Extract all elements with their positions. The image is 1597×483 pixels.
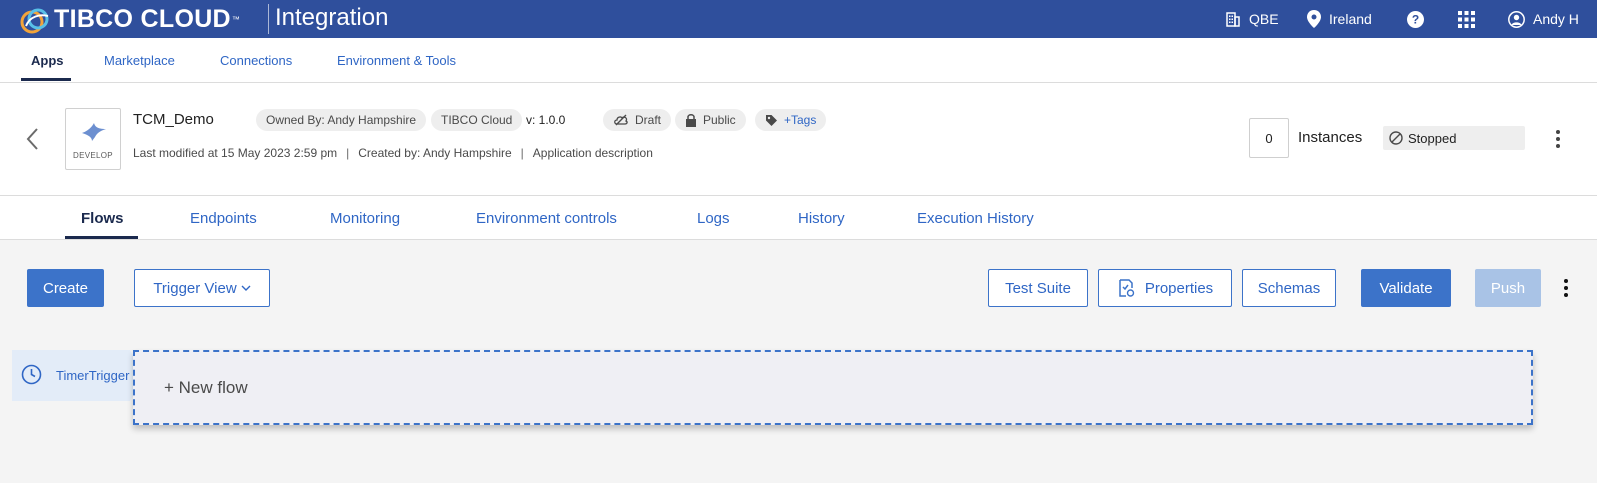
tibco-logo[interactable]: TIBCO CLOUD ™	[18, 5, 240, 34]
app-details-header: DEVELOP TCM_Demo Owned By: Andy Hampshir…	[0, 83, 1597, 196]
visibility-label: Public	[703, 113, 736, 127]
tab-flows[interactable]: Flows	[81, 196, 124, 240]
properties-icon	[1119, 279, 1135, 297]
draft-label: Draft	[635, 113, 662, 127]
draft-cloud-icon	[614, 114, 628, 126]
visibility-badge[interactable]: Public	[675, 109, 746, 131]
add-tags-button[interactable]: +Tags	[755, 109, 827, 131]
new-flow-dropzone[interactable]	[133, 350, 1533, 425]
kebab-dot	[1564, 293, 1568, 297]
tab-endpoints[interactable]: Endpoints	[190, 196, 257, 240]
chevron-left-icon	[26, 128, 38, 150]
app-version: v: 1.0.0	[526, 113, 566, 127]
schemas-button[interactable]: Schemas	[1242, 269, 1336, 307]
chevron-down-icon	[241, 285, 251, 291]
push-button[interactable]: Push	[1475, 269, 1541, 307]
top-header-bar: TIBCO CLOUD ™ Integration QBE Ireland ?	[0, 0, 1597, 38]
lock-icon	[686, 114, 696, 127]
properties-button[interactable]: Properties	[1098, 269, 1232, 307]
tab-environment-controls[interactable]: Environment controls	[476, 196, 617, 240]
platform-badge: TIBCO Cloud	[431, 109, 523, 131]
product-name: Integration	[275, 4, 389, 31]
app-switcher-button[interactable]	[1458, 0, 1483, 38]
kebab-dot	[1564, 279, 1568, 283]
last-modified: Last modified at 15 May 2023 2:59 pm	[133, 146, 338, 160]
trigger-view-dropdown[interactable]: Trigger View	[134, 269, 270, 307]
brand-trademark: ™	[231, 15, 240, 24]
stopped-icon	[1389, 131, 1403, 145]
app-name: TCM_Demo	[133, 111, 214, 128]
help-button[interactable]: ?	[1407, 0, 1432, 38]
toolbar-more-menu-button[interactable]	[1558, 276, 1574, 300]
meta-separator: |	[520, 146, 524, 160]
app-meta-line: Last modified at 15 May 2023 2:59 pm | Cre…	[133, 146, 653, 160]
instances-label: Instances	[1298, 129, 1363, 146]
app-more-menu-button[interactable]	[1550, 127, 1566, 151]
location-pin-icon	[1307, 10, 1321, 28]
kebab-dot	[1556, 144, 1560, 148]
user-name: Andy H	[1533, 11, 1579, 27]
nav-environment-tools[interactable]: Environment & Tools	[337, 38, 456, 82]
user-menu[interactable]: Andy H	[1508, 0, 1579, 38]
svg-text:?: ?	[1412, 12, 1419, 26]
region-name: Ireland	[1329, 11, 1372, 27]
tab-active-indicator	[65, 236, 138, 239]
properties-label: Properties	[1144, 279, 1214, 297]
nav-apps[interactable]: Apps	[31, 38, 64, 82]
tab-execution-history[interactable]: Execution History	[917, 196, 1034, 240]
tibco-cloud-icon	[20, 8, 49, 33]
hummingbird-icon	[82, 123, 106, 141]
org-name: QBE	[1249, 11, 1279, 27]
tag-icon	[766, 114, 777, 126]
brand-name: TIBCO CLOUD	[54, 5, 231, 33]
instances-count-input[interactable]: 0	[1249, 118, 1289, 158]
help-icon: ?	[1407, 10, 1424, 28]
kebab-dot	[1556, 130, 1560, 134]
org-switcher[interactable]: QBE	[1225, 0, 1279, 38]
created-by: Created by: Andy Hampshire	[358, 146, 512, 160]
header-divider	[268, 4, 269, 34]
add-tags-label: +Tags	[784, 113, 817, 127]
app-icon: DEVELOP	[65, 108, 121, 170]
kebab-dot	[1556, 137, 1560, 141]
tab-history[interactable]: History	[798, 196, 845, 240]
main-navigation: Apps Marketplace Connections Environment…	[0, 38, 1597, 83]
nav-connections[interactable]: Connections	[220, 38, 292, 82]
app-description-link[interactable]: Application description	[533, 146, 653, 160]
new-flow-link[interactable]: + New flow	[164, 378, 248, 398]
app-tabs: Flows Endpoints Monitoring Environment c…	[0, 196, 1597, 240]
trigger-name[interactable]: TimerTrigger	[56, 368, 129, 383]
draft-badge: Draft	[603, 109, 672, 131]
app-stage-label: DEVELOP	[73, 151, 113, 160]
trigger-view-label: Trigger View	[153, 279, 237, 297]
validate-button[interactable]: Validate	[1361, 269, 1451, 307]
timer-clock-icon	[21, 364, 42, 385]
test-suite-button[interactable]: Test Suite	[988, 269, 1088, 307]
app-status-label: Stopped	[1408, 130, 1457, 146]
nav-marketplace[interactable]: Marketplace	[104, 38, 175, 82]
tab-monitoring[interactable]: Monitoring	[330, 196, 400, 240]
app-grid-icon	[1458, 10, 1475, 28]
app-status-badge: Stopped	[1383, 126, 1525, 150]
meta-separator: |	[346, 146, 350, 160]
back-button[interactable]	[22, 125, 42, 153]
owner-badge: Owned By: Andy Hampshire	[256, 109, 427, 131]
kebab-dot	[1564, 286, 1568, 290]
region-switcher[interactable]: Ireland	[1307, 0, 1372, 38]
user-icon	[1508, 10, 1525, 28]
tab-logs[interactable]: Logs	[697, 196, 730, 240]
nav-active-indicator	[21, 78, 71, 81]
create-button[interactable]: Create	[27, 269, 104, 307]
building-icon	[1226, 12, 1240, 27]
